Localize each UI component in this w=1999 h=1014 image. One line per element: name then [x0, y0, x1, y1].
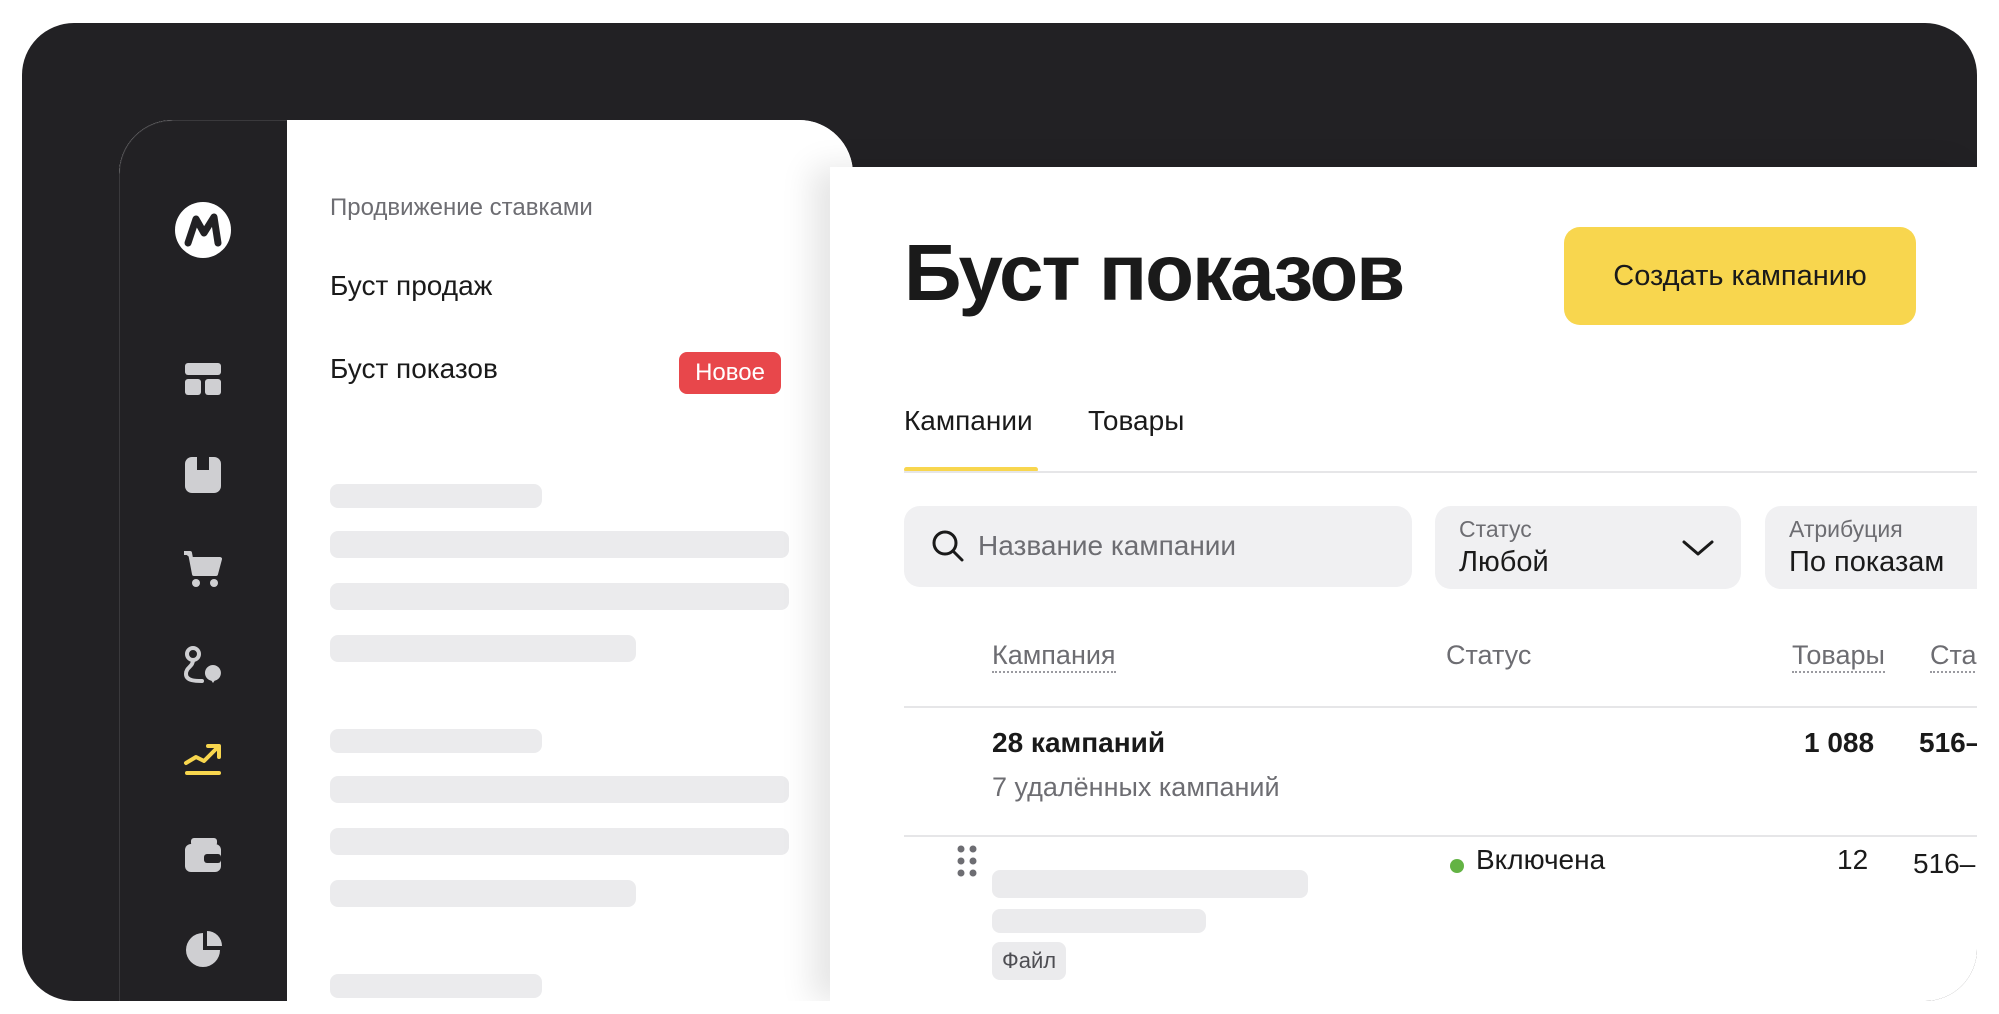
column-header-status: Статус [1446, 640, 1532, 670]
skeleton-line [330, 880, 636, 907]
drag-handle-icon[interactable] [956, 844, 978, 878]
navigation-card: Продвижение ставками Буст продаж Буст по… [119, 120, 853, 1001]
attribution-filter-value: По показам [1789, 546, 1945, 578]
main-panel: Буст показов Создать кампанию Кампании Т… [830, 167, 1977, 1001]
skeleton-line [330, 828, 789, 855]
skeleton-line [330, 583, 789, 610]
skeleton-line [330, 635, 636, 662]
section-menu: Продвижение ставками Буст продаж Буст по… [287, 120, 853, 1001]
attribution-filter-label: Атрибуция [1789, 516, 1903, 542]
table-divider [904, 835, 1977, 837]
skeleton-line [330, 531, 789, 558]
row-products-count: 12 [1837, 844, 1869, 875]
search-input[interactable]: Название кампании [904, 506, 1412, 587]
market-logo-icon[interactable] [174, 201, 232, 259]
box-icon[interactable] [182, 454, 224, 496]
skeleton-line [330, 974, 542, 998]
search-placeholder: Название кампании [978, 530, 1237, 561]
status-filter-label: Статус [1459, 516, 1532, 542]
menu-item-impressions-boost[interactable]: Буст показов [330, 353, 498, 385]
skeleton-line [330, 729, 542, 753]
row-bid-range: 516–11 [1913, 848, 1977, 879]
row-status: Включена [1476, 844, 1606, 875]
dashboard-icon[interactable] [182, 358, 224, 400]
page-title: Буст показов [904, 228, 1405, 317]
status-filter-value: Любой [1459, 546, 1549, 578]
wallet-icon[interactable] [182, 834, 224, 876]
summary-deleted-link[interactable]: 7 удалённых кампаний [992, 772, 1280, 803]
skeleton-campaign-name [992, 870, 1308, 898]
summary-products-count: 1 088 [1804, 727, 1875, 758]
pie-chart-icon[interactable] [182, 929, 224, 971]
tabs-divider [904, 471, 1977, 473]
chevron-down-icon [1682, 540, 1714, 556]
new-badge: Новое [679, 352, 781, 394]
icon-rail [119, 120, 287, 1001]
skeleton-line [330, 484, 542, 508]
tab-products[interactable]: Товары [1088, 405, 1184, 437]
route-icon[interactable] [182, 645, 224, 687]
skeleton-campaign-id [992, 909, 1206, 933]
cart-icon[interactable] [182, 548, 224, 590]
summary-title: 28 кампаний [992, 727, 1166, 758]
create-campaign-button[interactable]: Создать кампанию [1564, 227, 1916, 325]
table-divider [904, 706, 1977, 708]
attribution-filter[interactable]: Атрибуция По показам [1765, 506, 1977, 589]
menu-section-title: Продвижение ставками [330, 194, 593, 221]
search-icon [932, 530, 964, 562]
skeleton-line [330, 776, 789, 803]
tab-campaigns[interactable]: Кампании [904, 405, 1033, 437]
column-header-products[interactable]: Товары [1792, 640, 1885, 673]
status-on-dot-icon [1450, 859, 1464, 873]
app-frame: Продвижение ставками Буст продаж Буст по… [22, 23, 1977, 1001]
column-header-campaign[interactable]: Кампания [992, 640, 1116, 673]
status-filter[interactable]: Статус Любой [1435, 506, 1741, 589]
menu-item-sales-boost[interactable]: Буст продаж [330, 270, 492, 302]
column-header-bid[interactable]: Ставк [1930, 640, 1977, 673]
summary-bid-range: 516–1 [1919, 727, 1977, 758]
promotion-icon[interactable] [182, 737, 224, 779]
file-tag: Файл [992, 942, 1067, 980]
